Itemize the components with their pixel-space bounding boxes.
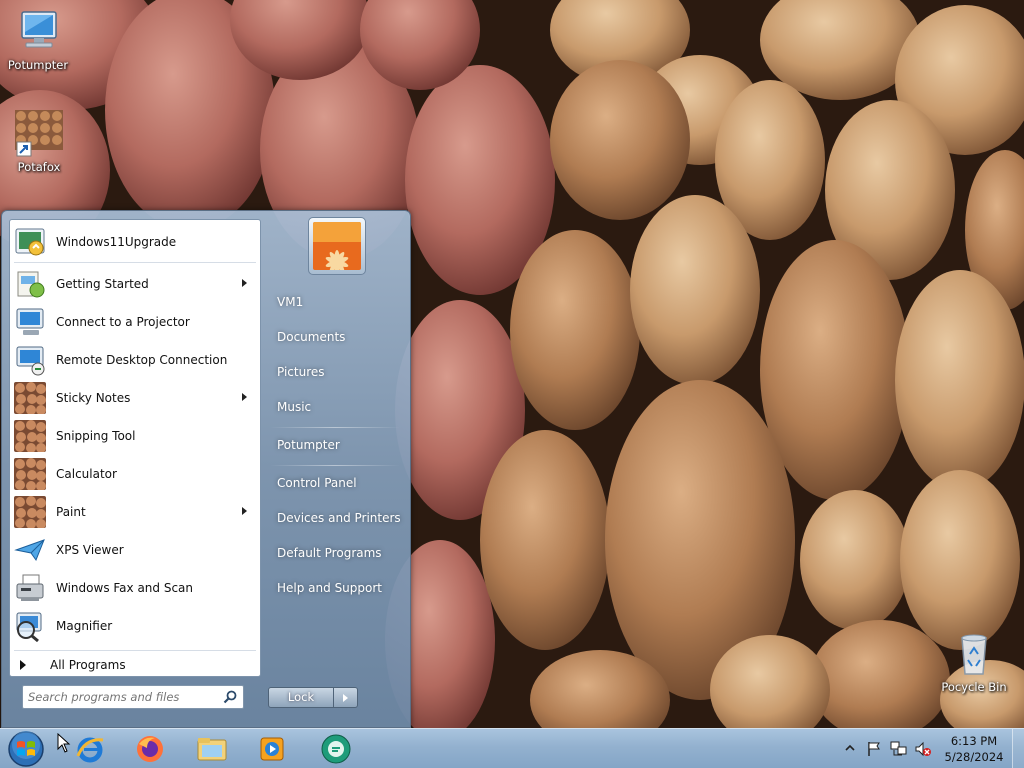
getting-started-icon xyxy=(17,271,45,298)
media-player-icon xyxy=(260,737,284,761)
right-item-devices-printers[interactable]: Devices and Printers xyxy=(266,503,404,533)
recycle-bin-icon xyxy=(961,634,987,675)
submenu-arrow-icon xyxy=(242,507,247,515)
internet-explorer-icon xyxy=(76,737,104,763)
volume-muted-icon[interactable] xyxy=(914,741,932,757)
start-item-xps-viewer[interactable]: XPS Viewer xyxy=(10,532,260,568)
start-item-label: Connect to a Projector xyxy=(56,315,190,329)
chat-icon xyxy=(321,734,351,764)
potato-icon xyxy=(14,382,46,414)
potato-icon xyxy=(14,496,46,528)
xps-viewer-icon xyxy=(14,539,45,562)
action-center-flag-icon[interactable] xyxy=(866,741,882,757)
start-button[interactable] xyxy=(6,730,46,768)
start-item-windows11upgrade[interactable]: Windows11Upgrade xyxy=(10,224,260,260)
start-item-sticky-notes[interactable]: Sticky Notes xyxy=(10,380,260,416)
clock-date: 5/28/2024 xyxy=(944,750,1004,764)
start-item-label: XPS Viewer xyxy=(56,543,124,557)
taskbar-internet-explorer[interactable] xyxy=(70,732,110,766)
desktop-icon-recycle-bin[interactable]: Pocycle Bin xyxy=(936,630,1012,694)
right-column-separator xyxy=(270,465,400,466)
pinned-separator xyxy=(14,262,256,263)
start-item-label: Sticky Notes xyxy=(56,391,131,405)
start-item-label: Snipping Tool xyxy=(56,429,136,443)
desktop-icon-label: Pocycle Bin xyxy=(941,680,1007,694)
show-desktop-button[interactable] xyxy=(1012,729,1024,768)
right-item-pictures[interactable]: Pictures xyxy=(266,357,404,387)
all-programs-arrow-icon xyxy=(20,660,26,670)
firefox-icon xyxy=(137,736,163,762)
desktop-icon-potafox[interactable]: Potafox xyxy=(1,110,77,174)
lock-button[interactable]: Lock xyxy=(268,687,334,708)
right-item-music[interactable]: Music xyxy=(266,392,404,422)
magnifier-icon xyxy=(16,612,42,642)
network-icon[interactable] xyxy=(890,741,908,757)
start-item-label: Paint xyxy=(56,505,86,519)
clock-time: 6:13 PM xyxy=(950,734,998,748)
start-item-calculator[interactable]: Calculator xyxy=(10,456,260,492)
start-item-label: Windows Fax and Scan xyxy=(56,581,194,595)
remote-desktop-icon xyxy=(16,346,45,376)
taskbar: 6:13 PM 5/28/2024 xyxy=(0,728,1024,768)
start-item-label: Windows11Upgrade xyxy=(56,235,177,249)
start-search-box[interactable] xyxy=(22,685,244,709)
taskbar-chat-app[interactable] xyxy=(316,732,356,766)
flower-avatar-icon xyxy=(313,222,361,270)
start-item-label: Remote Desktop Connection xyxy=(56,353,228,367)
right-item-documents[interactable]: Documents xyxy=(266,322,404,352)
user-account-picture[interactable] xyxy=(308,217,366,275)
search-input[interactable] xyxy=(28,690,218,704)
all-programs-label: All Programs xyxy=(50,658,126,672)
potato-shortcut-icon xyxy=(15,110,63,157)
right-item-control-panel[interactable]: Control Panel xyxy=(266,468,404,498)
fax-icon xyxy=(16,574,44,601)
right-column-separator xyxy=(270,427,400,428)
right-item-computer[interactable]: Potumpter xyxy=(266,430,404,460)
all-programs-button[interactable]: All Programs xyxy=(10,652,260,676)
start-item-label: Calculator xyxy=(56,467,117,481)
system-clock[interactable]: 6:13 PM 5/28/2024 xyxy=(938,733,1010,765)
file-explorer-icon xyxy=(197,738,227,761)
start-menu: Windows11Upgrade Getting Started Connect… xyxy=(1,210,411,728)
power-options-arrow-button[interactable] xyxy=(334,687,358,708)
start-item-connect-projector[interactable]: Connect to a Projector xyxy=(10,304,260,340)
show-hidden-icons-button[interactable] xyxy=(845,743,855,753)
start-item-magnifier[interactable]: Magnifier xyxy=(10,608,260,644)
potato-icon xyxy=(14,458,46,490)
shutdown-group: Lock xyxy=(268,687,358,708)
start-item-paint[interactable]: Paint xyxy=(10,494,260,530)
right-item-help-support[interactable]: Help and Support xyxy=(266,573,404,603)
projector-icon xyxy=(16,308,44,335)
submenu-arrow-icon xyxy=(242,393,247,401)
mouse-cursor-icon xyxy=(57,733,71,753)
taskbar-file-explorer[interactable] xyxy=(192,732,232,766)
desktop-icon-computer[interactable]: Potumpter xyxy=(0,8,76,72)
desktop-icon-label: Potumpter xyxy=(7,58,69,72)
start-item-fax-scan[interactable]: Windows Fax and Scan xyxy=(10,570,260,606)
start-item-remote-desktop[interactable]: Remote Desktop Connection xyxy=(10,342,260,378)
taskbar-firefox[interactable] xyxy=(130,732,170,766)
desktop-icon-label: Potafox xyxy=(17,160,61,174)
start-item-label: Magnifier xyxy=(56,619,113,633)
computer-icon xyxy=(21,11,57,48)
search-icon[interactable] xyxy=(223,690,237,704)
upgrade-icon xyxy=(15,228,45,256)
submenu-arrow-icon xyxy=(242,279,247,287)
taskbar-media-player[interactable] xyxy=(252,732,292,766)
start-item-getting-started[interactable]: Getting Started xyxy=(10,266,260,302)
start-item-snipping-tool[interactable]: Snipping Tool xyxy=(10,418,260,454)
right-item-vm1[interactable]: VM1 xyxy=(266,287,404,317)
right-item-default-programs[interactable]: Default Programs xyxy=(266,538,404,568)
all-programs-separator xyxy=(14,650,256,651)
potato-icon xyxy=(14,420,46,452)
start-item-label: Getting Started xyxy=(56,277,149,291)
start-menu-programs-pane: Windows11Upgrade Getting Started Connect… xyxy=(9,219,261,677)
